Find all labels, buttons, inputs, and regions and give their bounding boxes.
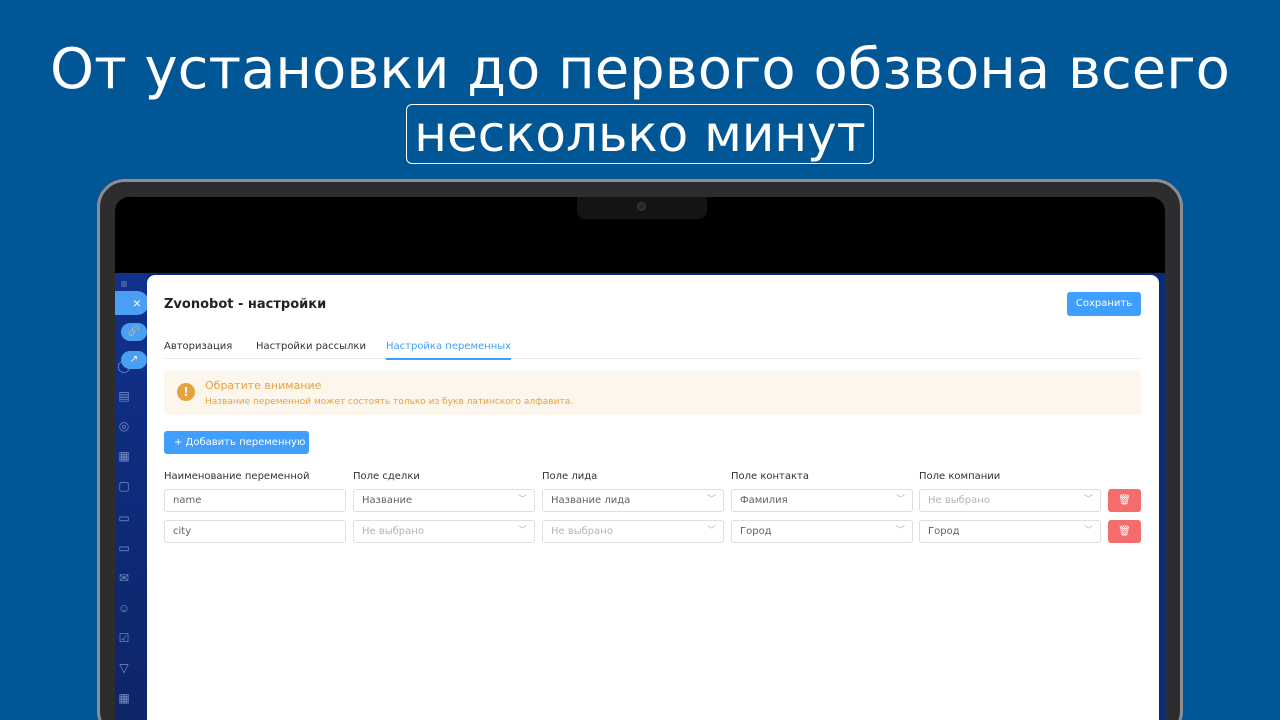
column-header-lead-field: Поле лида	[542, 471, 598, 482]
deal-field-select[interactable]: Название ﹀	[353, 489, 535, 512]
link-button[interactable]: 🔗	[121, 323, 147, 341]
checkbox-icon[interactable]: ☑	[117, 631, 131, 645]
grid-icon[interactable]: ▦	[117, 691, 131, 705]
contact-field-select[interactable]: Фамилия ﹀	[731, 489, 913, 512]
headline-line1: От установки до первого обзвона всего	[50, 37, 1230, 102]
settings-panel: Zvonobot - настройки Сохранить Авторизац…	[147, 275, 1159, 720]
alert-title: Обратите внимание	[205, 379, 322, 392]
target-icon[interactable]: ◎	[117, 419, 131, 433]
trash-icon: 🗑	[1118, 526, 1131, 537]
chevron-down-icon: ﹀	[706, 526, 716, 536]
chevron-down-icon: ﹀	[1083, 495, 1093, 505]
chevron-down-icon: ﹀	[1083, 526, 1093, 536]
save-button[interactable]: Сохранить	[1067, 292, 1141, 316]
tabs-bar: Авторизация Настройки рассылки Настройка…	[164, 339, 1141, 360]
company-field-select[interactable]: Не выбрано ﹀	[919, 489, 1101, 512]
chevron-down-icon: ﹀	[706, 495, 716, 505]
lead-field-select[interactable]: Название лида ﹀	[542, 489, 724, 512]
column-header-company-field: Поле компании	[919, 471, 1001, 482]
open-new-window-button[interactable]: ↗	[121, 351, 147, 369]
column-header-deal-field: Поле сделки	[353, 471, 420, 482]
select-value: Город	[928, 526, 960, 537]
chevron-down-icon: ﹀	[895, 526, 905, 536]
column-header-variable-name: Наименование переменной	[164, 471, 310, 482]
lead-field-select[interactable]: Не выбрано ﹀	[542, 520, 724, 543]
chevron-down-icon: ﹀	[895, 495, 905, 505]
select-value: Не выбрано	[551, 526, 613, 537]
deal-field-select[interactable]: Не выбрано ﹀	[353, 520, 535, 543]
select-value: Название лида	[551, 495, 631, 506]
variable-name-input[interactable]: name	[164, 489, 346, 512]
headline-line2-highlight: несколько минут	[406, 104, 874, 164]
delete-row-button[interactable]: 🗑	[1108, 489, 1141, 512]
select-value: Не выбрано	[928, 495, 990, 506]
delete-row-button[interactable]: 🗑	[1108, 520, 1141, 543]
laptop-screen-bezel: ≡ ◯ ▤ ◎ ▦ ▢ ▭ ▭ ✉ ☺ ☑ ▽ ▦ × 🔗 ↗ Zvonobot…	[115, 197, 1165, 720]
add-variable-button[interactable]: + Добавить переменную	[164, 431, 309, 454]
tab-variables[interactable]: Настройка переменных	[386, 341, 512, 360]
tab-mailing-settings[interactable]: Настройки рассылки	[256, 341, 366, 358]
column-header-contact-field: Поле контакта	[731, 471, 810, 482]
document-icon[interactable]: ▤	[117, 389, 131, 403]
laptop-frame: ≡ ◯ ▤ ◎ ▦ ▢ ▭ ▭ ✉ ☺ ☑ ▽ ▦ × 🔗 ↗ Zvonobot…	[97, 179, 1183, 720]
select-value: Фамилия	[740, 495, 788, 506]
filter-icon[interactable]: ▽	[117, 661, 131, 675]
page-title: Zvonobot - настройки	[164, 297, 327, 312]
tab-authorization[interactable]: Авторизация	[164, 341, 232, 358]
card-icon[interactable]: ▭	[117, 541, 131, 555]
headline: От установки до первого обзвона всего не…	[0, 38, 1280, 164]
link-icon: 🔗	[127, 326, 141, 337]
select-value: Название	[362, 495, 413, 506]
warning-alert: ! Обратите внимание Название переменной …	[164, 371, 1141, 415]
camera-notch	[577, 197, 707, 219]
variable-name-input[interactable]: city	[164, 520, 346, 543]
terminal-icon[interactable]: ▭	[117, 511, 131, 525]
file-icon[interactable]: ▢	[117, 479, 131, 493]
calendar-icon[interactable]: ▦	[117, 449, 131, 463]
close-icon: ×	[132, 295, 141, 311]
chevron-down-icon: ﹀	[517, 495, 527, 505]
warning-icon: !	[177, 383, 195, 401]
mail-icon[interactable]: ✉	[117, 571, 131, 585]
chevron-down-icon: ﹀	[517, 526, 527, 536]
app-screen: ≡ ◯ ▤ ◎ ▦ ▢ ▭ ▭ ✉ ☺ ☑ ▽ ▦ × 🔗 ↗ Zvonobot…	[115, 273, 1165, 720]
select-value: Город	[740, 526, 772, 537]
camera-icon	[637, 202, 646, 211]
menu-icon[interactable]: ≡	[117, 277, 131, 291]
contact-field-select[interactable]: Город ﹀	[731, 520, 913, 543]
alert-description: Название переменной может состоять тольк…	[205, 397, 574, 407]
close-slider-button[interactable]: ×	[115, 291, 149, 315]
trash-icon: 🗑	[1118, 495, 1131, 506]
user-icon[interactable]: ☺	[117, 601, 131, 615]
external-link-icon: ↗	[129, 354, 139, 365]
select-value: Не выбрано	[362, 526, 424, 537]
company-field-select[interactable]: Город ﹀	[919, 520, 1101, 543]
